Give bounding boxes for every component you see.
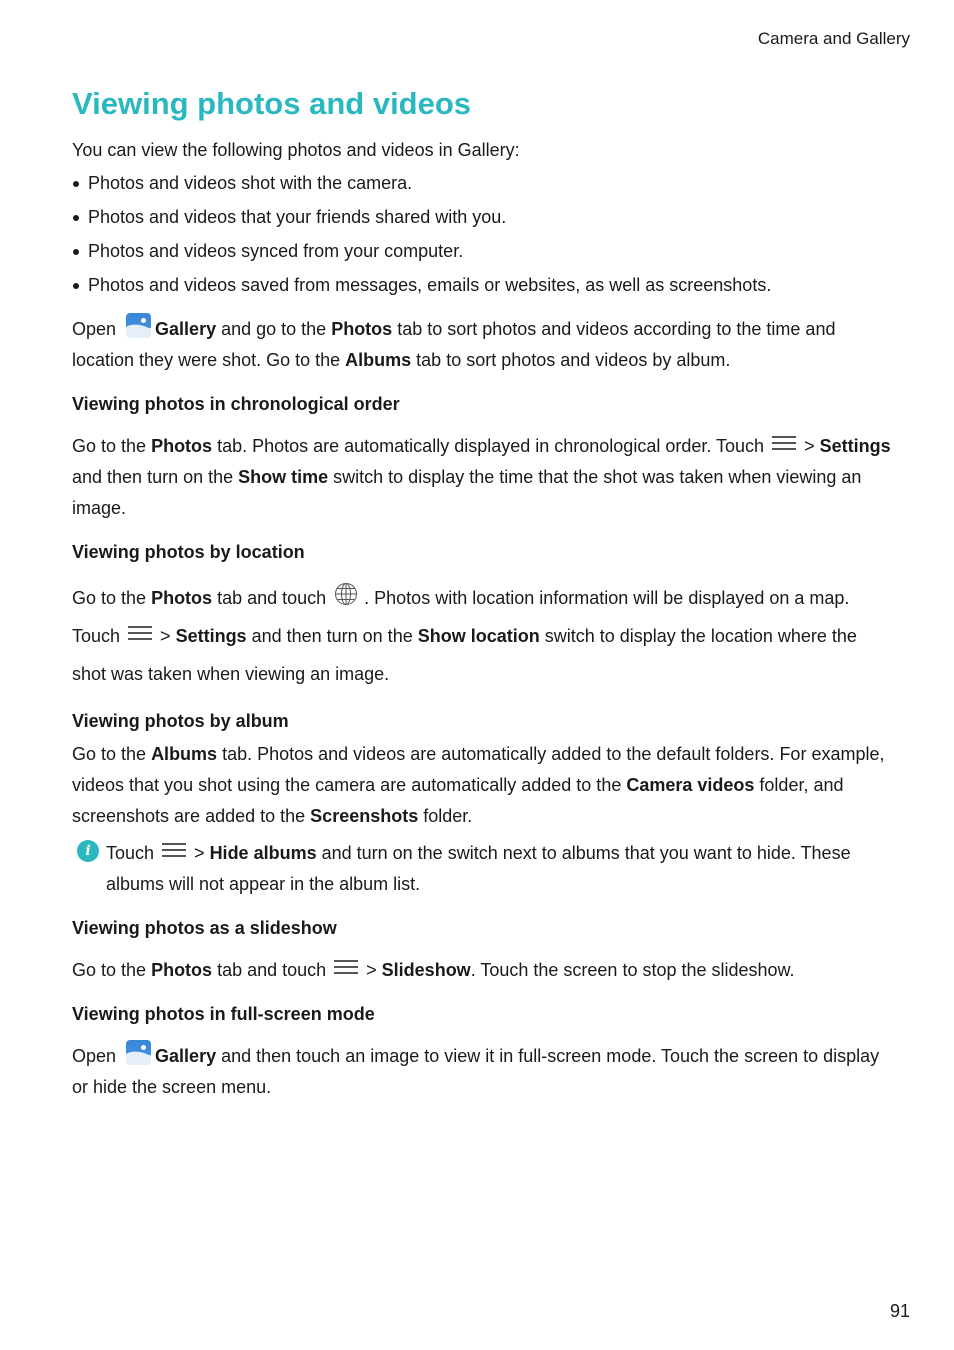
section-heading-slideshow: Viewing photos as a slideshow — [72, 918, 337, 938]
page-content: Viewing photos and videos You can view t… — [72, 84, 892, 1103]
info-icon: i — [77, 840, 99, 862]
chronological-paragraph: Go to the Photos tab. Photos are automat… — [72, 431, 892, 524]
section-heading-chronological: Viewing photos in chronological order — [72, 394, 400, 414]
globe-icon — [334, 581, 358, 606]
list-item: Photos and videos synced from your compu… — [72, 234, 892, 268]
menu-icon — [772, 433, 797, 451]
menu-icon — [162, 840, 187, 858]
intro-text: You can view the following photos and vi… — [72, 140, 520, 160]
fullscreen-paragraph: Open Gallery and then touch an image to v… — [72, 1039, 892, 1103]
source-list: Photos and videos shot with the camera. … — [72, 166, 892, 302]
section-heading-fullscreen: Viewing photos in full-screen mode — [72, 1004, 375, 1024]
menu-icon — [128, 623, 153, 641]
page-number: 91 — [889, 1301, 910, 1321]
open-gallery-paragraph: Open Gallery and go to the Photos tab to … — [72, 312, 892, 376]
section-heading-location: Viewing photos by location — [72, 542, 305, 562]
section-heading-album: Viewing photos by album — [72, 711, 289, 731]
running-header: Camera and Gallery — [757, 29, 910, 48]
slideshow-paragraph: Go to the Photos tab and touch > Slidesho… — [72, 955, 892, 986]
location-paragraph: Go to the Photos tab and touch. Photos w… — [72, 579, 892, 693]
list-item: Photos and videos saved from messages, e… — [72, 268, 892, 302]
list-item: Photos and videos shot with the camera. — [72, 166, 892, 200]
album-paragraph: Go to the Albums tab. Photos and videos … — [72, 744, 885, 826]
gallery-app-icon — [126, 1039, 152, 1065]
note-hide-albums: i Touch > Hide albums and turn on the swit… — [72, 838, 892, 900]
gallery-app-icon — [126, 312, 152, 338]
menu-icon — [334, 957, 359, 975]
page-title: Viewing photos and videos — [72, 86, 472, 121]
list-item: Photos and videos that your friends shar… — [72, 200, 892, 234]
